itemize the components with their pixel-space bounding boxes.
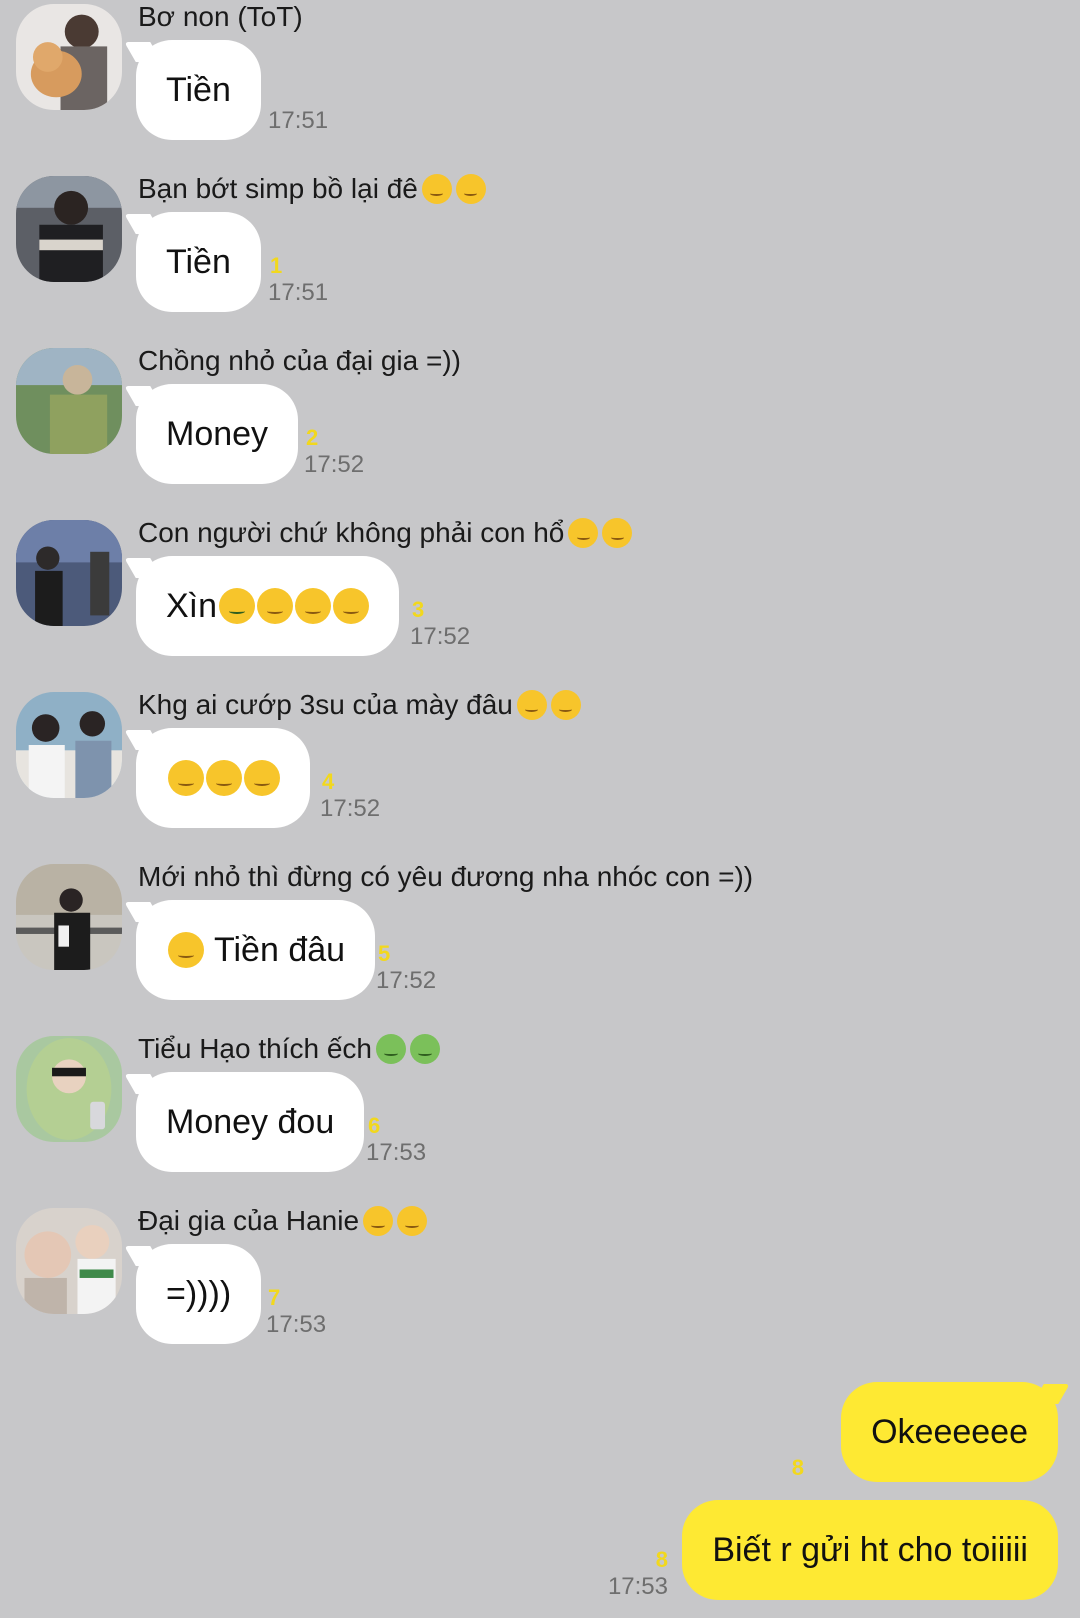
chat-message: Mới nhỏ thì đừng có yêu đương nha nhóc c… (0, 860, 1080, 1032)
unread-count: 6 (368, 1113, 381, 1138)
unread-count: 8 (791, 1455, 804, 1480)
unread-count: 5 (378, 941, 391, 966)
frog-emoji (375, 1034, 406, 1064)
money-mouth-emoji (333, 588, 370, 624)
message-text: Money (166, 414, 269, 453)
chat-message: Con người chứ không phải con hổ Xìn 3 17… (0, 516, 1080, 688)
message-bubble[interactable]: =)))) (136, 1244, 262, 1344)
chat-message: Bạn bớt simp bồ lại đê Tiền 1 17:51 (0, 172, 1080, 344)
timestamp: 17:51 (268, 107, 329, 134)
chat-message: Bơ non (ToT) Tiền 17:51 (0, 0, 1080, 172)
sender-name: Mới nhỏ thì đừng có yêu đương nha nhóc c… (138, 861, 754, 892)
avatar-image (16, 1208, 122, 1314)
message-bubble[interactable] (136, 728, 310, 828)
avatar[interactable] (16, 348, 122, 454)
timestamp: 17:52 (304, 451, 365, 478)
unread-count: 8 (655, 1547, 668, 1572)
money-mouth-emoji (397, 1206, 428, 1236)
message-text: =)))) (166, 1274, 232, 1313)
message-text: Tiền (166, 242, 231, 281)
unread-count: 2 (306, 425, 319, 450)
avatar-image (16, 692, 122, 798)
avatar-image (16, 520, 122, 626)
sender-name: Con người chứ không phải con hổ (138, 516, 633, 550)
unread-count: 1 (270, 253, 283, 278)
sender-name: Chồng nhỏ của đại gia =)) (138, 345, 461, 376)
avatar[interactable] (16, 4, 122, 110)
avatar[interactable] (16, 1208, 122, 1314)
relieved-face-emoji (568, 518, 599, 548)
money-mouth-emoji (219, 588, 256, 624)
message-bubble[interactable]: Tiền đâu (136, 900, 376, 1000)
avatar-image (16, 4, 122, 110)
sender-name: Bạn bớt simp bồ lại đê (138, 172, 486, 206)
avatar-image (16, 864, 122, 970)
sender-name: Tiểu Hạo thích ếch (138, 1032, 440, 1066)
pensive-face-emoji (206, 760, 242, 796)
money-mouth-emoji (295, 588, 332, 624)
chat-message: Khg ai cướp 3su của mày đâu 4 17:52 (0, 688, 1080, 860)
yawning-face-emoji (516, 690, 547, 720)
unread-count: 3 (412, 597, 425, 622)
chat-message: Tiểu Hạo thích ếch Money đou 6 17:53 (0, 1032, 1080, 1204)
avatar[interactable] (16, 520, 122, 626)
raised-eyebrow-emoji (455, 174, 486, 204)
money-mouth-emoji (257, 588, 294, 624)
message-text: Biết r gửi ht cho toiiiii (712, 1530, 1028, 1569)
avatar[interactable] (16, 1036, 122, 1142)
timestamp: 17:52 (320, 795, 381, 822)
sender-name: Bơ non (ToT) (138, 1, 303, 32)
avatar[interactable] (16, 864, 122, 970)
timestamp: 17:53 (607, 1573, 668, 1600)
chat-message: Chồng nhỏ của đại gia =)) Money 2 17:52 (0, 344, 1080, 516)
raised-eyebrow-emoji (421, 174, 452, 204)
message-bubble[interactable]: Tiền (136, 40, 261, 140)
sender-name: Đại gia của Hanie (138, 1204, 428, 1238)
message-text: Tiền đâu (214, 930, 346, 969)
avatar[interactable] (16, 692, 122, 798)
message-text: Money đou (166, 1102, 335, 1141)
my-message-bubble[interactable]: Biết r gửi ht cho toiiiii (682, 1500, 1058, 1600)
timestamp: 17:52 (410, 623, 471, 650)
message-text: Tiền (166, 70, 231, 109)
relieved-face-emoji (602, 518, 633, 548)
hugging-face-emoji (168, 932, 204, 968)
chat-message: Đại gia của Hanie =)))) 7 17:53 (0, 1204, 1080, 1376)
pensive-face-emoji (244, 760, 280, 796)
timestamp: 17:52 (376, 967, 437, 994)
sender-name: Khg ai cướp 3su của mày đâu (138, 688, 581, 722)
avatar[interactable] (16, 176, 122, 282)
pensive-face-emoji (168, 760, 204, 796)
avatar-image (16, 176, 122, 282)
my-message-bubble[interactable]: Okeeeeee (841, 1382, 1058, 1482)
message-bubble[interactable]: Money đou (136, 1072, 365, 1172)
unread-count: 4 (322, 769, 335, 794)
money-mouth-emoji (363, 1206, 394, 1236)
message-bubble[interactable]: Xìn (136, 556, 400, 656)
message-bubble[interactable]: Tiền (136, 212, 261, 312)
timestamp: 17:53 (366, 1139, 427, 1166)
yawning-face-emoji (550, 690, 581, 720)
timestamp: 17:53 (266, 1311, 327, 1338)
message-text: Okeeeeee (871, 1412, 1028, 1451)
timestamp: 17:51 (268, 279, 329, 306)
avatar-image (16, 348, 122, 454)
avatar-image (16, 1036, 122, 1142)
message-bubble[interactable]: Money (136, 384, 299, 484)
unread-count: 7 (268, 1285, 281, 1310)
message-text: Xìn (166, 586, 218, 625)
frog-emoji (409, 1034, 440, 1064)
